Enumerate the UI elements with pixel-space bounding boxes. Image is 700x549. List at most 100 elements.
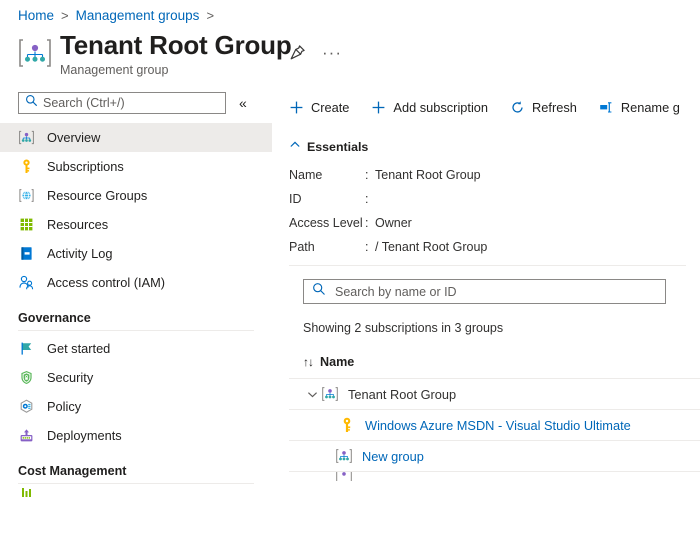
property-row-id: ID : (289, 187, 700, 211)
add-subscription-button[interactable]: Add subscription (371, 100, 502, 115)
sidebar-item-label: Deployments (47, 428, 122, 443)
activity-log-icon (18, 245, 35, 262)
policy-icon (18, 398, 35, 415)
sidebar-item-label: Subscriptions (47, 159, 124, 174)
list-search-box[interactable] (303, 279, 666, 304)
breadcrumb-item-management-groups[interactable]: Management groups (76, 8, 200, 23)
list-search-wrap (289, 279, 700, 304)
property-colon: : (365, 168, 369, 182)
section-divider (18, 330, 254, 331)
list-search-input[interactable] (326, 284, 665, 299)
plus-icon (371, 100, 386, 115)
property-key: Name (289, 168, 323, 182)
breadcrumb: Home > Management groups > (18, 8, 214, 23)
sidebar-item-get-started[interactable]: Get started (0, 334, 272, 363)
breadcrumb-item-home[interactable]: Home (18, 8, 54, 23)
chevron-down-icon[interactable] (303, 388, 321, 401)
column-header-label: Name (320, 355, 355, 369)
property-value: / Tenant Root Group (375, 240, 488, 254)
shield-icon (18, 369, 35, 386)
sidebar-item-resources[interactable]: Resources (0, 210, 272, 239)
row-label[interactable]: New group (362, 449, 424, 464)
sidebar-item-label: Policy (47, 399, 82, 414)
property-row-path: Path : / Tenant Root Group (289, 235, 700, 259)
people-icon (18, 274, 35, 291)
property-value: Owner (375, 216, 412, 230)
essentials-toggle[interactable]: Essentials (289, 139, 700, 154)
column-header-name[interactable]: ↑↓ Name (289, 355, 700, 369)
rename-group-label: Rename g (620, 99, 680, 115)
sidebar-nav-list: Overview Subscriptions Resource Groups R… (0, 123, 278, 497)
more-options-button[interactable]: ··· (322, 44, 342, 61)
sidebar-item-label: Activity Log (47, 246, 113, 261)
sidebar-search-row: « (0, 92, 278, 114)
sidebar-section-governance: Governance (18, 311, 91, 325)
breadcrumb-separator: > (61, 8, 69, 23)
add-subscription-label: Add subscription (393, 99, 489, 115)
sidebar-item-resource-groups[interactable]: Resource Groups (0, 181, 272, 210)
refresh-label: Refresh (532, 99, 577, 115)
table-row-partial[interactable] (289, 471, 700, 481)
sidebar-item-label: Get started (47, 341, 111, 356)
search-icon (25, 94, 38, 112)
sidebar-item-activity-log[interactable]: Activity Log (0, 239, 272, 268)
cost-analysis-icon (18, 487, 35, 497)
essentials-properties: Name : Tenant Root Group ID : Access Lev… (289, 163, 700, 266)
property-colon: : (365, 240, 369, 254)
management-group-icon (335, 447, 353, 465)
search-box[interactable] (18, 92, 226, 114)
property-colon: : (365, 216, 369, 230)
sort-icon: ↑↓ (303, 355, 314, 369)
sidebar-item-policy[interactable]: Policy (0, 392, 272, 421)
section-divider-2 (18, 483, 254, 484)
key-icon (18, 158, 35, 175)
sidebar-section-cost-management: Cost Management (18, 464, 127, 478)
rename-group-button[interactable]: Rename g (599, 100, 694, 115)
row-label: Tenant Root Group (348, 386, 457, 402)
pin-icon[interactable] (289, 44, 306, 61)
management-group-tree: Tenant Root Group Windows Azure MSDN - V… (289, 378, 700, 481)
sidebar-item-access-control[interactable]: Access control (IAM) (0, 268, 272, 297)
property-colon: : (365, 192, 369, 206)
key-icon (338, 416, 356, 434)
management-group-icon (335, 472, 353, 481)
plus-icon (289, 100, 304, 115)
deployments-icon (18, 427, 35, 444)
refresh-button[interactable]: Refresh (510, 100, 591, 115)
property-row-access-level: Access Level : Owner (289, 211, 700, 235)
sidebar-item-deployments[interactable]: Deployments (0, 421, 272, 450)
sidebar-item-label: Resources (47, 217, 109, 232)
create-button[interactable]: Create (289, 100, 363, 115)
property-row-name: Name : Tenant Root Group (289, 163, 700, 187)
property-key: Path (289, 240, 315, 254)
sidebar-item-overview[interactable]: Overview (0, 123, 272, 152)
table-row[interactable]: Tenant Root Group (289, 378, 700, 409)
page-subtitle: Management group (60, 63, 169, 77)
sidebar-item-subscriptions[interactable]: Subscriptions (0, 152, 272, 181)
showing-count-text: Showing 2 subscriptions in 3 groups (303, 321, 504, 335)
collapse-sidebar-button[interactable]: « (239, 92, 247, 114)
search-icon (312, 282, 326, 301)
create-label: Create (311, 99, 350, 115)
table-row[interactable]: Windows Azure MSDN - Visual Studio Ultim… (289, 409, 700, 440)
page-title: Tenant Root Group (60, 30, 292, 60)
command-toolbar: Create Add subscription Refresh Rename g (289, 92, 700, 122)
table-row[interactable]: New group (289, 440, 700, 471)
refresh-icon (510, 100, 525, 115)
azure-portal-page: Home > Management groups > Tenant Root G… (0, 0, 700, 549)
sidebar-item-partial[interactable] (0, 487, 272, 497)
property-value: Tenant Root Group (375, 168, 481, 182)
sidebar-item-label: Access control (IAM) (47, 275, 166, 290)
sidebar-item-label: Overview (47, 130, 101, 145)
properties-divider (289, 265, 686, 266)
essentials-label: Essentials (307, 139, 369, 154)
property-key: ID (289, 192, 302, 206)
management-group-icon (18, 36, 52, 70)
sidebar-item-security[interactable]: Security (0, 363, 272, 392)
grid-icon (18, 216, 35, 233)
search-input[interactable] (38, 96, 225, 110)
row-label[interactable]: Windows Azure MSDN - Visual Studio Ultim… (365, 418, 631, 433)
sidebar: « Overview (0, 92, 278, 549)
chevron-up-icon (289, 139, 301, 154)
property-key: Access Level (289, 216, 363, 230)
